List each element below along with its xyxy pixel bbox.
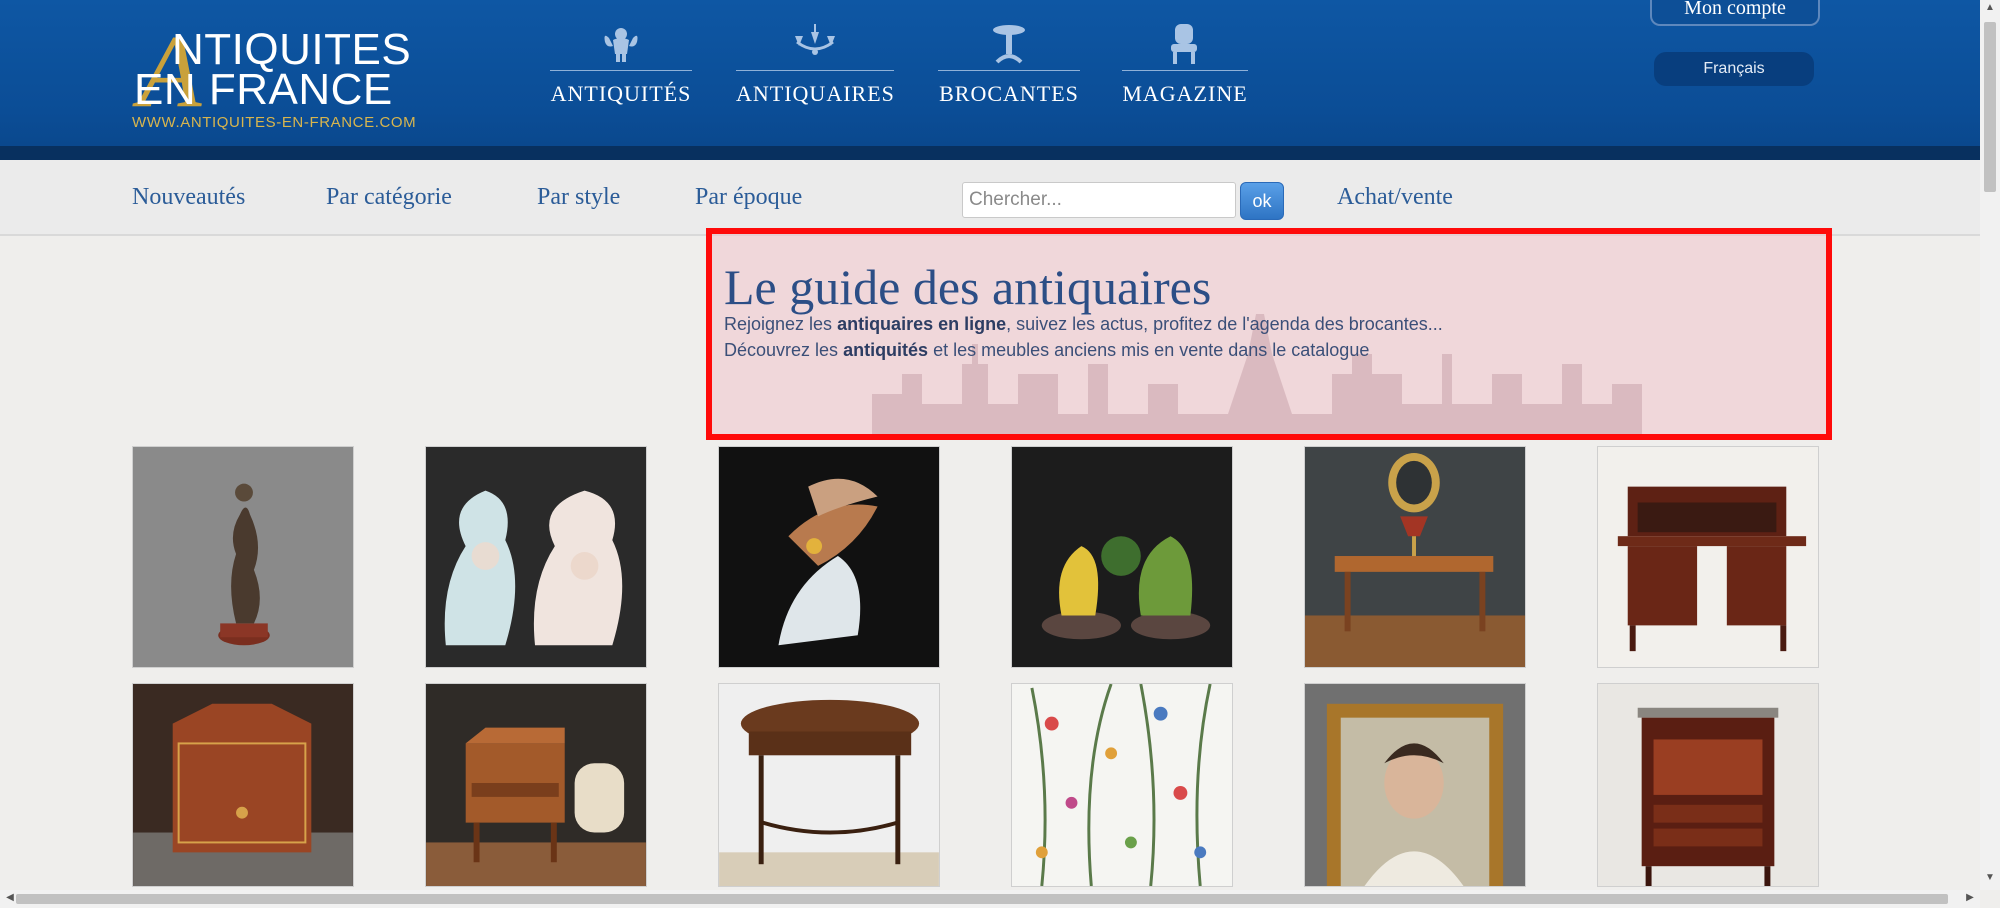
nav-brocantes[interactable]: BROCANTES [938,22,1080,107]
scroll-right-arrow-icon[interactable]: ▶ [1960,892,1980,903]
hero-banner: Le guide des antiquaires Rejoignez les a… [706,228,1832,440]
product-tile-porcelain-bird[interactable] [718,446,940,668]
logo-line2: EN FRANCE [134,65,393,114]
language-select[interactable]: Français [1654,52,1814,86]
site-header: A NTIQUITES EN FRANCE WWW.ANTIQUITES-EN-… [0,0,1980,160]
product-tile-writing-desk-lamp[interactable] [1304,446,1526,668]
product-tile-roll-top-desk[interactable] [1597,446,1819,668]
nav-label: MAGAZINE [1122,81,1248,106]
subnav-par-categorie[interactable]: Par catégorie [326,184,452,211]
vertical-scrollbar[interactable]: ▲ ▼ [1980,0,2000,890]
horizontal-scroll-thumb[interactable] [16,894,1948,904]
nav-magazine[interactable]: MAGAZINE [1122,22,1248,107]
horizontal-scrollbar[interactable]: ◀ ▶ [0,890,1980,908]
search-input[interactable] [962,182,1236,218]
subnav-nouveautes[interactable]: Nouveautés [132,184,245,211]
nav-label: BROCANTES [939,81,1079,106]
antiquaires-en-ligne-link[interactable]: antiquaires en ligne [837,314,1006,334]
subnav-par-epoque[interactable]: Par époque [695,184,802,211]
subnav-achat-vente[interactable]: Achat/vente [1337,184,1453,211]
hero-line-2: Découvrez les antiquités et les meubles … [724,340,1370,360]
product-tile-bird-figurines[interactable] [1011,446,1233,668]
product-tile-slant-front-desk[interactable] [425,683,647,887]
nav-antiquites[interactable]: ANTIQUITÉS [550,22,692,107]
vertical-scroll-thumb[interactable] [1984,22,1996,192]
product-tile-floral-wallpaper[interactable] [1011,683,1233,887]
scroll-down-arrow-icon[interactable]: ▼ [1980,872,2000,883]
product-tile-porcelain-vases[interactable] [425,446,647,668]
chandelier-icon [795,24,835,55]
pedestal-table-icon [993,25,1025,64]
product-tile-secretaire[interactable] [1597,683,1819,887]
search-ok-button[interactable]: ok [1240,182,1284,220]
antiquites-link[interactable]: antiquités [843,340,928,360]
cherub-icon [604,28,638,62]
nav-antiquaires[interactable]: ANTIQUAIRES [736,22,894,107]
subnav-par-style[interactable]: Par style [537,184,620,211]
hero-title: Le guide des antiquaires [724,259,1212,315]
product-tile-bronze-statue[interactable] [132,446,354,668]
nav-label: ANTIQUITÉS [550,81,692,106]
sub-nav: Nouveautés Par catégorie Par style Par é… [0,160,1980,236]
product-tile-leather-box[interactable] [132,683,354,887]
product-tile-framed-portrait[interactable] [1304,683,1526,887]
site-logo[interactable]: A NTIQUITES EN FRANCE WWW.ANTIQUITES-EN-… [130,20,440,132]
armchair-icon [1171,24,1197,64]
account-button[interactable]: Mon compte [1650,0,1820,26]
hero-line-1: Rejoignez les antiquaires en ligne, suiv… [724,314,1443,334]
scroll-up-arrow-icon[interactable]: ▲ [1980,2,2000,13]
product-tile-side-table[interactable] [718,683,940,887]
nav-label: ANTIQUAIRES [736,81,895,106]
logo-url: WWW.ANTIQUITES-EN-FRANCE.COM [132,114,417,131]
